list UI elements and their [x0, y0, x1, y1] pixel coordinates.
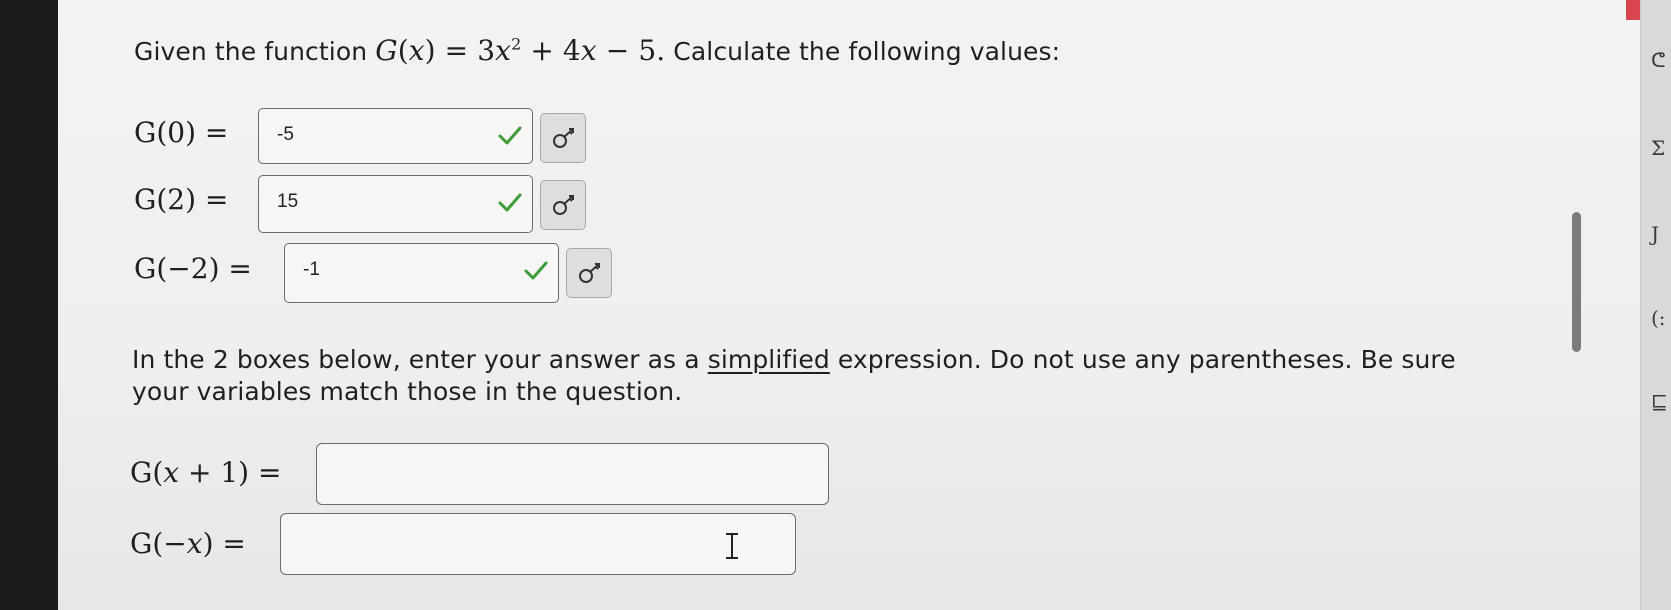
value-label-gneg2: G(−2) =: [134, 252, 252, 285]
answer-value-gneg2: -1: [303, 259, 320, 280]
palette-glyph-sigma[interactable]: Σ: [1651, 136, 1665, 160]
answer-key-button-g0[interactable]: [540, 113, 586, 163]
question-intro: Given the function: [134, 37, 368, 66]
palette-glyph-integral[interactable]: J: [1651, 222, 1659, 246]
value-label-g2: G(2) =: [134, 183, 229, 216]
answer-value-g2: 15: [277, 191, 299, 212]
text-cursor-icon: [726, 533, 738, 559]
underlined-word: simplified: [707, 345, 830, 374]
key-icon: [553, 128, 574, 148]
answer-field-g0[interactable]: -5: [258, 108, 533, 164]
instructions-text: In the 2 boxes below, enter your answer …: [132, 345, 1456, 406]
key-icon: [579, 263, 600, 283]
answer-key-button-gneg2[interactable]: [566, 248, 612, 298]
expression-label-gnegx: G(−x) =: [130, 527, 246, 560]
value-label-g0: G(0) =: [134, 116, 229, 149]
check-icon: [498, 126, 522, 145]
answer-field-g2[interactable]: 15: [258, 175, 533, 233]
expression-label-gxplus1: G(x + 1) =: [130, 456, 282, 489]
math-palette-strip: [1640, 0, 1671, 610]
question-instruction: Calculate the following values:: [673, 37, 1061, 66]
palette-glyph-1[interactable]: ᕦ: [1651, 48, 1666, 72]
answer-key-button-g2[interactable]: [540, 180, 586, 230]
check-icon: [524, 261, 548, 280]
expression-input-gnegx[interactable]: [280, 513, 796, 575]
expression-input-gxplus1[interactable]: [316, 443, 829, 505]
answer-value-g0: -5: [277, 124, 294, 145]
function-definition: G(x) = 3x2 + 4x − 5.: [375, 34, 666, 67]
scrollbar-thumb[interactable]: [1572, 212, 1581, 352]
question-text: Given the function G(x) = 3x2 + 4x − 5. …: [134, 34, 1060, 67]
key-icon: [553, 195, 574, 215]
check-icon: [498, 193, 522, 212]
answer-field-gneg2[interactable]: -1: [284, 243, 559, 303]
palette-glyph-paren[interactable]: (:: [1651, 306, 1666, 330]
palette-glyph-matrix[interactable]: ⊑: [1651, 390, 1668, 414]
